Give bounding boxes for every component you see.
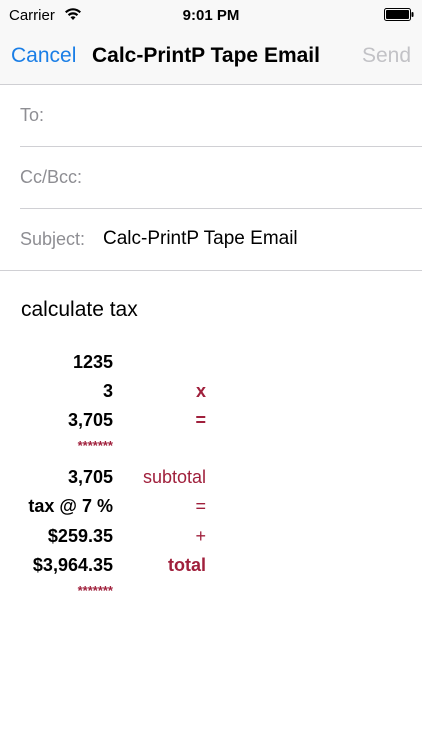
- body-intro: calculate tax: [21, 298, 138, 321]
- tape-separator: *******: [77, 583, 113, 598]
- tape-row: 3,705 subtotal: [0, 467, 422, 496]
- ccbcc-label: Cc/Bcc:: [20, 167, 83, 187]
- tape-operator: +: [195, 526, 206, 546]
- page-title: Calc-PrintP Tape Email: [92, 44, 320, 67]
- tape-operator: =: [195, 496, 206, 516]
- to-field[interactable]: To:: [0, 85, 422, 147]
- tape-operator: x: [195, 381, 206, 401]
- tape-value: $3,964.35: [32, 555, 113, 575]
- ccbcc-field[interactable]: Cc/Bcc:: [0, 147, 422, 209]
- divider: [0, 270, 422, 271]
- send-button[interactable]: Send: [362, 44, 411, 68]
- tape-value: 3,705: [67, 467, 113, 487]
- tape-value: tax @ 7 %: [28, 496, 113, 516]
- tape-row: 3 x: [0, 381, 422, 410]
- tape-value: 3: [102, 381, 113, 401]
- subject-label: Subject:: [20, 229, 86, 249]
- clock: 9:01 PM: [182, 7, 240, 24]
- tape-separator: *******: [77, 438, 113, 453]
- tape-row: 3,705 =: [0, 410, 422, 439]
- status-bar: Carrier 9:01 PM: [0, 0, 422, 30]
- tape-operator: subtotal: [142, 467, 206, 487]
- to-label: To:: [20, 105, 45, 125]
- tape-row: $259.35 +: [0, 526, 422, 555]
- tape-value: $259.35: [47, 526, 113, 546]
- cancel-button[interactable]: Cancel: [11, 44, 76, 68]
- tape-operator: =: [195, 410, 206, 430]
- battery-icon: [384, 8, 414, 21]
- tape-row: $3,964.35 total: [0, 555, 422, 584]
- subject-field[interactable]: Subject: Calc-PrintP Tape Email: [0, 209, 422, 271]
- tape-row: *******: [0, 583, 422, 612]
- tape-row: tax @ 7 % =: [0, 496, 422, 525]
- tape-row: 1235: [0, 352, 422, 381]
- tape-operator: total: [168, 555, 206, 575]
- tape-value: 3,705: [67, 410, 113, 430]
- top-bar: Carrier 9:01 PM Cancel Calc-PrintP Tape …: [0, 0, 422, 85]
- subject-input[interactable]: Calc-PrintP Tape Email: [103, 228, 298, 250]
- nav-bar: Cancel Calc-PrintP Tape Email Send: [0, 36, 422, 78]
- tape-row: *******: [0, 438, 422, 467]
- tape-value: 1235: [72, 352, 113, 372]
